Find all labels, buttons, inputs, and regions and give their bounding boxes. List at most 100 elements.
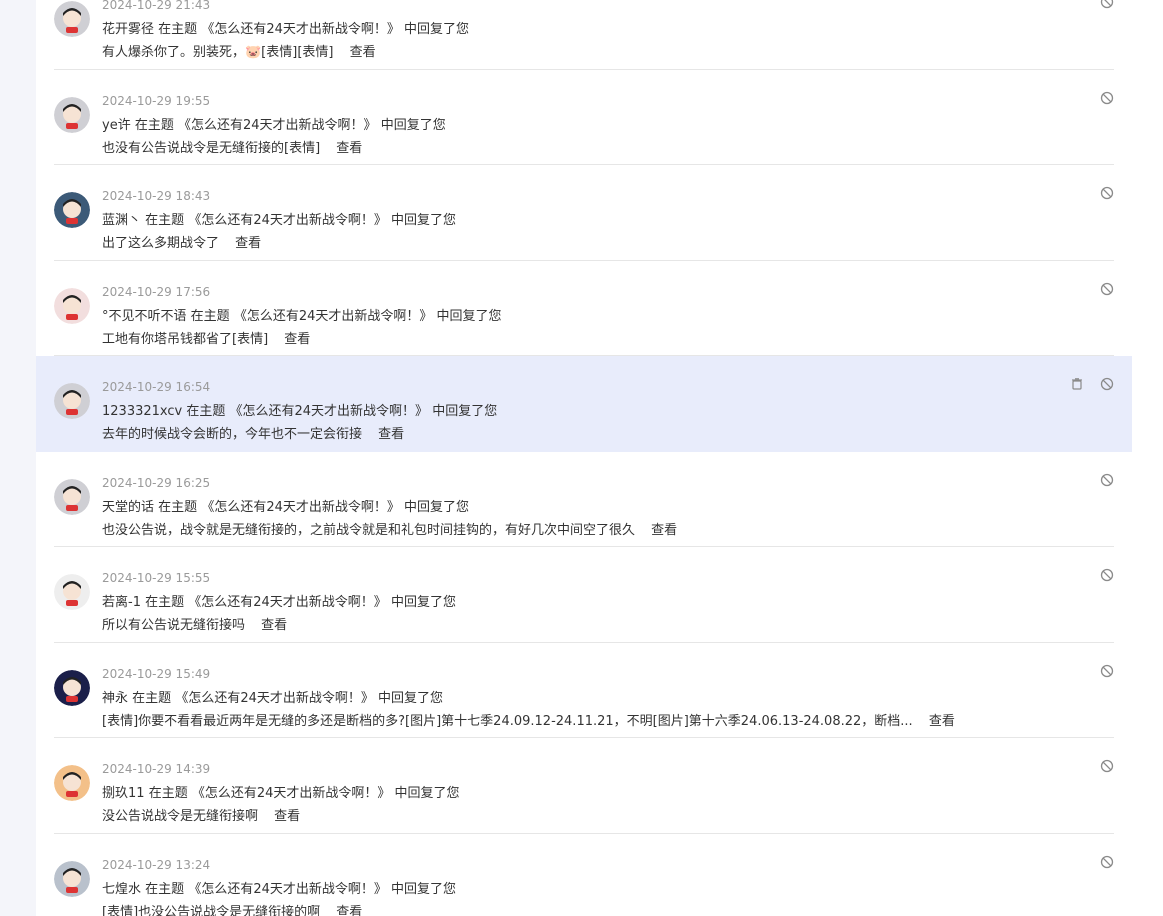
topic-link[interactable]: 《怎么还有24天才出新战令啊！》 — [201, 500, 400, 515]
notification-time: 2024-10-29 17:56 — [102, 284, 211, 299]
replied-text: 中回复了您 — [436, 308, 502, 324]
block-icon[interactable] — [1100, 185, 1114, 200]
block-icon[interactable] — [1100, 0, 1114, 9]
avatar[interactable] — [54, 287, 90, 324]
reply-content: 有人爆杀你了。别装死，🐷[表情][表情] 查看 — [102, 41, 376, 60]
notification-item[interactable]: 2024-10-29 13:24 七煌水 在主题 《怎么还有24天才出新战令啊！… — [36, 834, 1132, 916]
reply-content: [表情]你要不看看最近两年是无缝的多还是断档的多?[图片]第十七季24.09.1… — [102, 710, 955, 729]
replied-text: 中回复了您 — [380, 117, 446, 133]
username-link[interactable]: 七煌水 — [102, 882, 141, 897]
notification-item[interactable]: 2024-10-29 19:55 ye许 在主题 《怎么还有24天才出新战令啊！… — [36, 70, 1132, 165]
view-link[interactable]: 查看 — [651, 523, 677, 538]
in-topic-text: 在主题 — [145, 881, 185, 897]
view-link[interactable]: 查看 — [261, 618, 287, 633]
reply-text: 出了这么多期战令了 — [102, 236, 220, 251]
block-icon[interactable] — [1100, 472, 1114, 486]
block-icon[interactable] — [1100, 567, 1114, 582]
notification-time: 2024-10-29 15:49 — [102, 666, 211, 681]
in-topic-text: 在主题 — [158, 22, 198, 37]
block-icon[interactable] — [1100, 90, 1114, 104]
reply-text: 也没有公告说战令是无缝衔接的[表情] — [102, 140, 321, 156]
notification-item[interactable]: 2024-10-29 14:39 捌玖11 在主题 《怎么还有24天才出新战令啊… — [36, 738, 1132, 834]
view-link[interactable]: 查看 — [378, 427, 404, 442]
reply-content: [表情]也没公告说战令是无缝衔接的啊 查看 — [102, 901, 362, 916]
notification-item[interactable]: 2024-10-29 21:43 花开雾径 在主题 《怎么还有24天才出新战令啊… — [36, 0, 1132, 70]
topic-link[interactable]: 《怎么还有24天才出新战令啊！》 — [175, 691, 374, 706]
reply-notification-list: 2024-10-29 21:43 花开雾径 在主题 《怎么还有24天才出新战令啊… — [36, 0, 1132, 916]
avatar[interactable] — [54, 96, 90, 133]
username-link[interactable]: ye许 — [102, 118, 131, 133]
in-topic-text: 在主题 — [190, 308, 230, 324]
notification-time: 2024-10-29 13:24 — [102, 857, 211, 872]
block-icon[interactable] — [1100, 281, 1114, 295]
reply-text: 也没公告说，战令就是无缝衔接的，之前战令就是和礼包时间挂钩的，有好几次中间空了很… — [102, 522, 636, 538]
avatar[interactable] — [54, 669, 90, 706]
notification-item[interactable]: 2024-10-29 15:49 神永 在主题 《怎么还有24天才出新战令啊！》… — [36, 643, 1132, 738]
block-icon[interactable] — [1100, 854, 1114, 868]
reply-content: 工地有你塔吊钱都省了[表情] 查看 — [102, 328, 310, 347]
view-link[interactable]: 查看 — [929, 714, 955, 729]
username-link[interactable]: 蓝渊丶 — [102, 213, 141, 228]
notifications-panel: 2024-10-29 21:43 花开雾径 在主题 《怎么还有24天才出新战令啊… — [36, 0, 1132, 916]
block-icon[interactable] — [1100, 758, 1114, 773]
notification-summary: 若离-1 在主题 《怎么还有24天才出新战令啊！》 中回复了您 — [102, 591, 456, 610]
topic-link[interactable]: 《怎么还有24天才出新战令啊！》 — [188, 882, 387, 897]
username-link[interactable]: 1233321xcv — [102, 404, 182, 419]
in-topic-text: 在主题 — [145, 595, 185, 610]
notification-item[interactable]: 2024-10-29 15:55 若离-1 在主题 《怎么还有24天才出新战令啊… — [36, 547, 1132, 643]
username-link[interactable]: 天堂的话 — [102, 500, 154, 515]
view-link[interactable]: 查看 — [336, 905, 362, 916]
topic-link[interactable]: 《怎么还有24天才出新战令啊！》 — [201, 22, 400, 37]
notification-item[interactable]: 2024-10-29 17:56 °不见不听不语 在主题 《怎么还有24天才出新… — [36, 261, 1132, 356]
notification-item[interactable]: 2024-10-29 18:43 蓝渊丶 在主题 《怎么还有24天才出新战令啊！… — [36, 165, 1132, 261]
trash-icon[interactable] — [1070, 376, 1084, 390]
avatar[interactable] — [54, 1, 90, 37]
view-link[interactable]: 查看 — [274, 809, 300, 824]
topic-link[interactable]: 《怎么还有24天才出新战令啊！》 — [192, 786, 391, 801]
notification-time: 2024-10-29 16:54 — [102, 380, 211, 394]
avatar[interactable] — [54, 383, 90, 419]
notification-summary: 花开雾径 在主题 《怎么还有24天才出新战令啊！》 中回复了您 — [102, 18, 469, 37]
topic-link[interactable]: 《怎么还有24天才出新战令啊！》 — [188, 595, 387, 610]
scrollbar-track[interactable] — [1132, 0, 1163, 916]
avatar[interactable] — [54, 192, 90, 228]
topic-link[interactable]: 《怎么还有24天才出新战令啊！》 — [188, 213, 387, 228]
reply-content: 也没公告说，战令就是无缝衔接的，之前战令就是和礼包时间挂钩的，有好几次中间空了很… — [102, 519, 677, 538]
in-topic-text: 在主题 — [148, 786, 188, 801]
notification-summary: ye许 在主题 《怎么还有24天才出新战令啊！》 中回复了您 — [102, 114, 446, 133]
username-link[interactable]: 花开雾径 — [102, 22, 154, 37]
reply-content: 所以有公告说无缝衔接吗 查看 — [102, 614, 287, 633]
topic-link[interactable]: 《怎么还有24天才出新战令啊！》 — [178, 118, 377, 133]
topic-link[interactable]: 《怎么还有24天才出新战令啊！》 — [234, 309, 433, 324]
username-link[interactable]: 捌玖11 — [102, 786, 145, 801]
topic-link[interactable]: 《怎么还有24天才出新战令啊！》 — [230, 404, 429, 419]
reply-content: 去年的时候战令会断的，今年也不一定会衔接 查看 — [102, 423, 404, 442]
replied-text: 中回复了您 — [394, 786, 460, 801]
reply-text: 工地有你塔吊钱都省了[表情] — [102, 331, 269, 347]
notification-item[interactable]: 2024-10-29 16:25 天堂的话 在主题 《怎么还有24天才出新战令啊… — [36, 452, 1132, 547]
username-link[interactable]: 若离-1 — [102, 595, 141, 610]
block-icon[interactable] — [1100, 663, 1114, 677]
reply-text: [表情]也没公告说战令是无缝衔接的啊 — [102, 904, 321, 916]
notification-item[interactable]: 2024-10-29 16:54 1233321xcv 在主题 《怎么还有24天… — [36, 356, 1132, 452]
replied-text: 中回复了您 — [391, 881, 457, 897]
avatar[interactable] — [54, 860, 90, 897]
in-topic-text: 在主题 — [158, 499, 198, 515]
reply-text: 所以有公告说无缝衔接吗 — [102, 618, 246, 633]
view-link[interactable]: 查看 — [235, 236, 261, 251]
reply-text: 有人爆杀你了。别装死，🐷[表情][表情] — [102, 45, 334, 60]
avatar[interactable] — [54, 478, 90, 515]
avatar[interactable] — [54, 765, 90, 801]
view-link[interactable]: 查看 — [350, 45, 376, 60]
notification-summary: 蓝渊丶 在主题 《怎么还有24天才出新战令啊！》 中回复了您 — [102, 209, 456, 228]
block-icon[interactable] — [1100, 376, 1114, 391]
username-link[interactable]: 神永 — [102, 691, 128, 706]
username-link[interactable]: °不见不听不语 — [102, 309, 187, 324]
view-link[interactable]: 查看 — [284, 332, 310, 347]
in-topic-text: 在主题 — [145, 213, 185, 228]
view-link[interactable]: 查看 — [336, 141, 362, 156]
reply-content: 出了这么多期战令了 查看 — [102, 232, 261, 251]
avatar[interactable] — [54, 574, 90, 610]
notification-time: 2024-10-29 19:55 — [102, 93, 211, 108]
notification-time: 2024-10-29 14:39 — [102, 762, 211, 776]
